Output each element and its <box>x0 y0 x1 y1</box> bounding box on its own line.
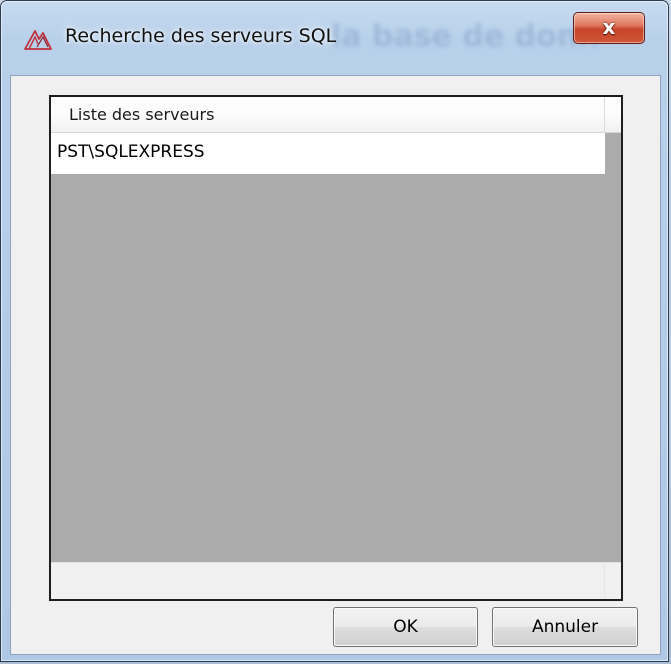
close-button[interactable]: x <box>573 12 645 44</box>
cancel-button[interactable]: Annuler <box>492 607 638 647</box>
dialog-content: Liste des serveurs PST\SQLEXPRESS OK Ann… <box>10 75 661 655</box>
list-item[interactable]: PST\SQLEXPRESS <box>51 133 605 174</box>
column-header-servers[interactable]: Liste des serveurs <box>51 97 605 132</box>
window-title: Recherche des serveurs SQL <box>65 25 337 47</box>
background-window-title: la base de donn <box>331 19 600 54</box>
list-header: Liste des serveurs <box>51 97 621 133</box>
ok-button[interactable]: OK <box>333 607 478 647</box>
horizontal-scrollbar[interactable] <box>51 562 621 599</box>
dialog-window: la base de donn Recherche des serveurs S… <box>0 0 669 662</box>
title-bar[interactable]: la base de donn Recherche des serveurs S… <box>1 1 668 75</box>
column-header-label: Liste des serveurs <box>69 105 215 124</box>
app-logo-icon <box>23 27 53 53</box>
server-list[interactable]: Liste des serveurs PST\SQLEXPRESS <box>49 95 623 601</box>
close-icon: x <box>602 15 616 39</box>
scrollbar-corner <box>604 563 621 599</box>
server-name: PST\SQLEXPRESS <box>57 142 205 162</box>
